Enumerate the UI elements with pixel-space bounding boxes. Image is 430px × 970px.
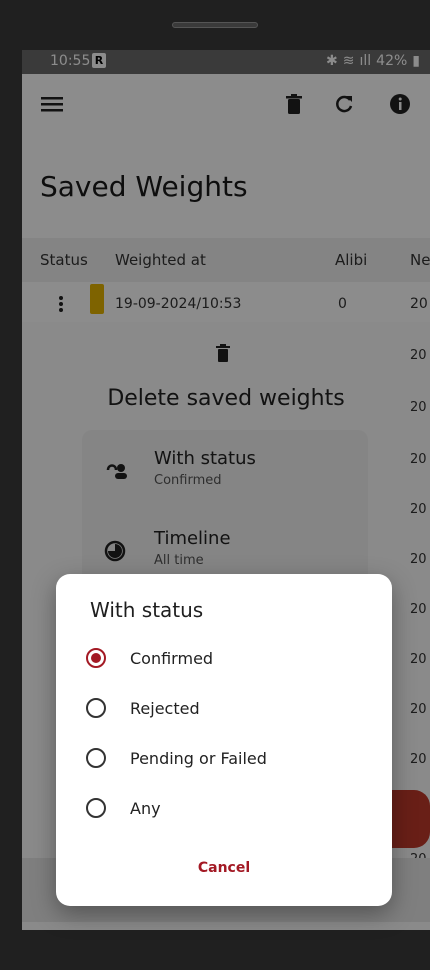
radio-confirmed[interactable]: Confirmed — [86, 638, 376, 678]
radio-button[interactable] — [86, 748, 106, 768]
phone-frame: 10:55 R ✱ ≋ ıll 42% ▮ Saved Weights Stat… — [0, 0, 430, 970]
cancel-button[interactable]: Cancel — [56, 860, 392, 876]
radio-label: Pending or Failed — [130, 748, 267, 768]
with-status-dialog: With status Confirmed Rejected Pending o… — [56, 574, 392, 906]
radio-button-checked[interactable] — [86, 648, 106, 668]
dialog-title: With status — [90, 598, 204, 622]
radio-button[interactable] — [86, 798, 106, 818]
radio-any[interactable]: Any — [86, 788, 376, 828]
speaker-grille — [172, 22, 258, 28]
radio-label: Confirmed — [130, 648, 214, 668]
radio-label: Any — [130, 798, 161, 818]
radio-rejected[interactable]: Rejected — [86, 688, 376, 728]
radio-label: Rejected — [130, 698, 200, 718]
radio-button[interactable] — [86, 698, 106, 718]
radio-pending-or-failed[interactable]: Pending or Failed — [86, 738, 376, 778]
